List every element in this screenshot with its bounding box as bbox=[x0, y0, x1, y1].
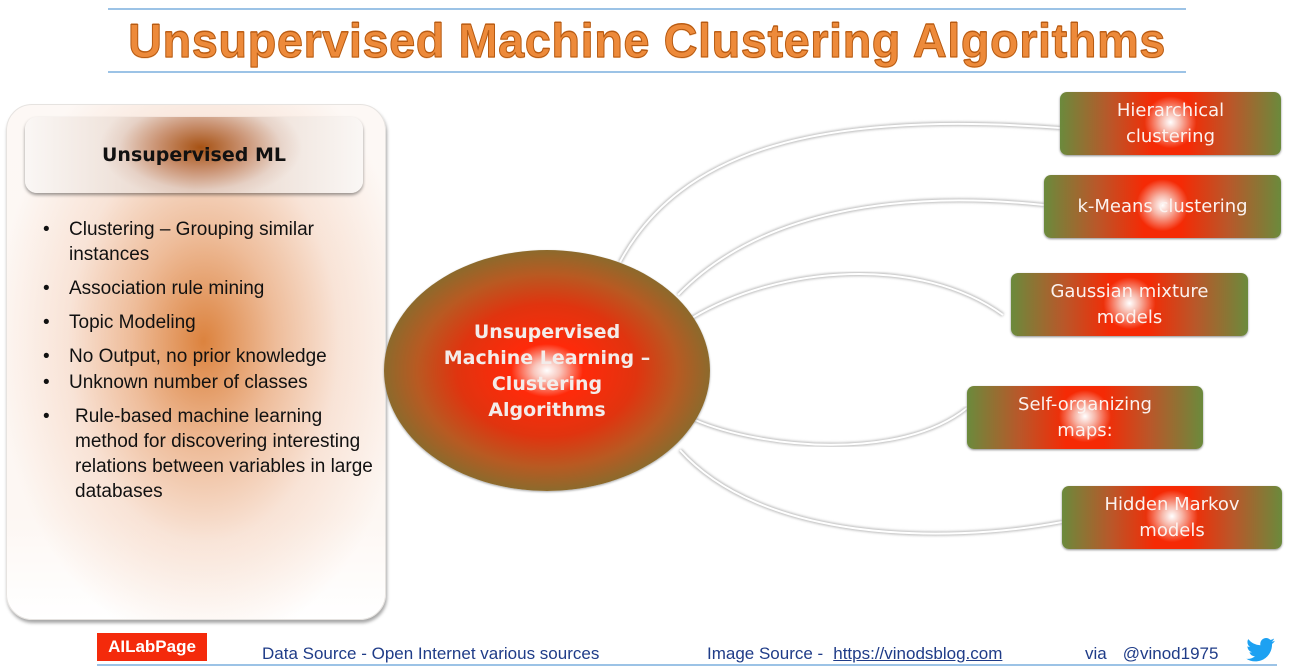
panel-header: Unsupervised ML bbox=[25, 117, 363, 193]
connector-gaussian bbox=[690, 271, 1005, 320]
connector-hmm bbox=[678, 448, 1063, 536]
title-rule-top bbox=[108, 8, 1186, 10]
bullet-item: • Rule-based machine learning method for … bbox=[27, 404, 377, 504]
bullet-text: Association rule mining bbox=[69, 278, 265, 299]
algorithm-node-kmeans: k-Means clustering bbox=[1044, 175, 1281, 238]
bullet-text: Clustering – Grouping similar instances bbox=[69, 219, 314, 265]
unsupervised-ml-panel: Unsupervised ML • Clustering – Grouping s… bbox=[6, 104, 386, 620]
image-source: Image Source - https://vinodsblog.com bbox=[707, 644, 1002, 664]
algorithm-label: k-Means clustering bbox=[1077, 195, 1248, 217]
footer-rule bbox=[97, 664, 1277, 666]
connector-kmeans bbox=[676, 198, 1045, 297]
title-rule-bottom bbox=[108, 71, 1186, 73]
twitter-handle[interactable]: @vinod1975 bbox=[1123, 644, 1219, 663]
via-credit: via @vinod1975 bbox=[1085, 644, 1218, 664]
algorithm-node-gaussian: Gaussian mixture models bbox=[1011, 273, 1248, 336]
data-source-text: Data Source - Open Internet various sour… bbox=[262, 644, 600, 663]
connector-hierarchical bbox=[618, 121, 1061, 263]
bullet-icon: • bbox=[43, 219, 50, 240]
algorithm-label: Self-organizing maps: bbox=[1018, 393, 1152, 441]
bullet-item: • Unknown number of classes bbox=[27, 370, 377, 395]
algorithm-node-hmm: Hidden Markov models bbox=[1062, 486, 1282, 549]
twitter-bird-icon[interactable] bbox=[1246, 638, 1276, 662]
algorithm-label: Gaussian mixture models bbox=[1050, 280, 1209, 328]
bullet-icon: • bbox=[43, 406, 50, 427]
algorithm-label: Hidden Markov models bbox=[1104, 493, 1240, 541]
page-title: Unsupervised Machine Clustering Algorith… bbox=[128, 14, 1166, 68]
bullet-item: • Association rule mining bbox=[27, 276, 377, 301]
bullet-item: • No Output, no prior knowledge bbox=[27, 344, 377, 369]
connector-som bbox=[694, 406, 969, 447]
bullet-text: Rule-based machine learning method for d… bbox=[75, 406, 373, 502]
central-topic-label: Unsupervised Machine Learning – Clusteri… bbox=[443, 320, 651, 421]
bullet-icon: • bbox=[43, 346, 50, 367]
bullet-text: Unknown number of classes bbox=[69, 372, 308, 393]
bullet-item: • Clustering – Grouping similar instances bbox=[27, 217, 377, 267]
image-source-label: Image Source - bbox=[707, 644, 824, 663]
panel-header-title: Unsupervised ML bbox=[102, 144, 286, 166]
algorithm-node-hierarchical: Hierarchical clustering bbox=[1060, 92, 1281, 155]
bullet-icon: • bbox=[43, 372, 50, 393]
bullet-icon: • bbox=[43, 312, 50, 333]
via-label: via bbox=[1085, 644, 1107, 663]
algorithm-label: Hierarchical clustering bbox=[1116, 99, 1225, 147]
algorithm-node-som: Self-organizing maps: bbox=[967, 386, 1203, 449]
bullet-item: • Topic Modeling bbox=[27, 310, 377, 335]
bullet-icon: • bbox=[43, 278, 50, 299]
image-source-link[interactable]: https://vinodsblog.com bbox=[833, 644, 1002, 663]
bullet-text: No Output, no prior knowledge bbox=[69, 346, 327, 367]
bullet-list: • Clustering – Grouping similar instances… bbox=[27, 217, 377, 513]
brand-badge: AILabPage bbox=[97, 633, 207, 661]
bullet-text: Topic Modeling bbox=[69, 312, 196, 333]
central-topic-node: Unsupervised Machine Learning – Clusteri… bbox=[384, 250, 710, 491]
